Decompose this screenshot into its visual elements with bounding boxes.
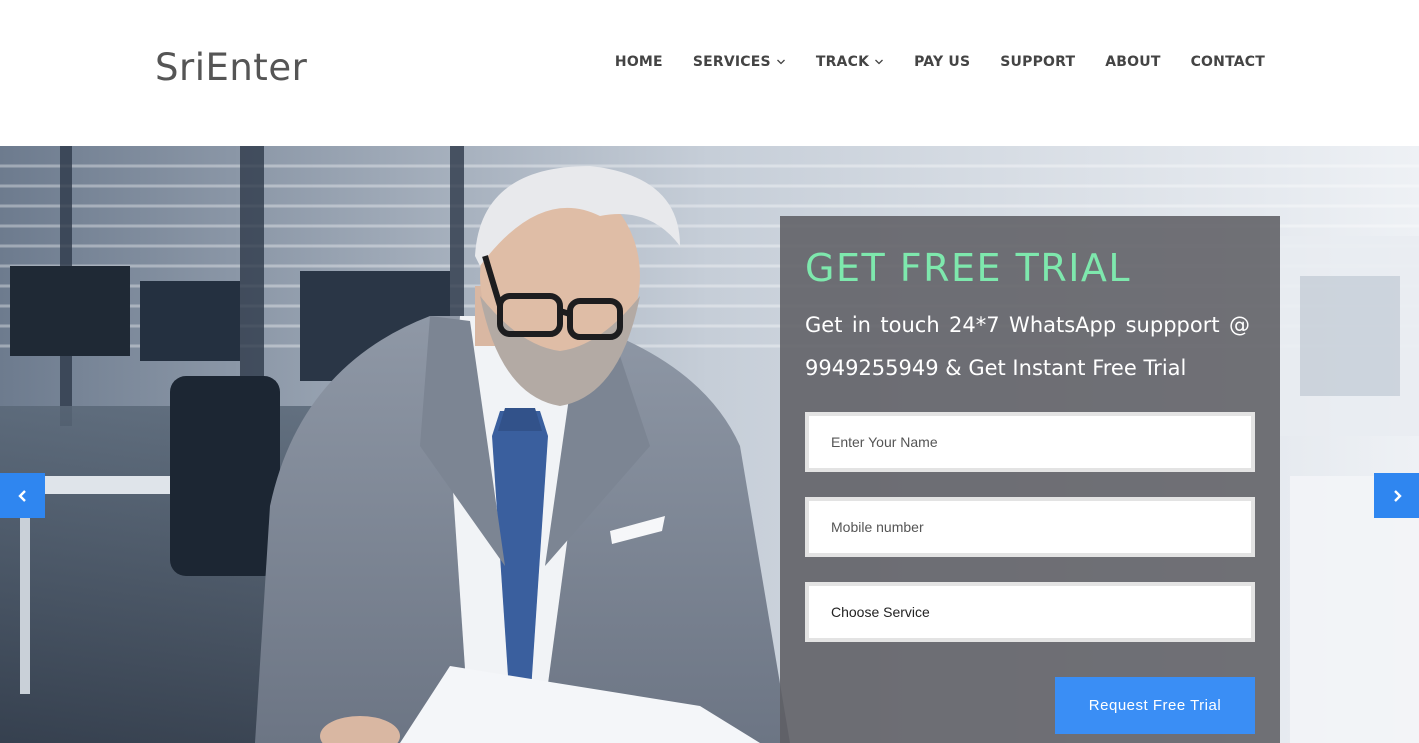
chevron-left-icon <box>17 489 26 502</box>
service-select-value: Choose Service <box>831 604 930 620</box>
site-logo[interactable]: SriEnter <box>155 46 307 89</box>
chevron-right-icon <box>1393 489 1402 502</box>
nav-item-label: SERVICES <box>692 54 771 70</box>
chevron-down-icon <box>875 59 884 65</box>
nav-item-label: CONTACT <box>1190 54 1265 70</box>
carousel-next-button[interactable] <box>1374 473 1419 518</box>
nav-item-label: PAY US <box>914 54 971 70</box>
nav-item-label: TRACK <box>815 54 870 70</box>
request-free-trial-button[interactable]: Request Free Trial <box>1055 677 1255 734</box>
nav-item-services[interactable]: SERVICES <box>693 54 786 70</box>
carousel-prev-button[interactable] <box>0 473 45 518</box>
nav-item-label: HOME <box>614 54 663 70</box>
service-select[interactable]: Choose Service <box>805 582 1255 642</box>
chevron-down-icon <box>776 59 785 65</box>
nav-item-support[interactable]: SUPPORT <box>1000 54 1075 70</box>
nav-item-label: ABOUT <box>1105 54 1161 70</box>
form-description: Get in touch 24*7 WhatsApp suppport @ 99… <box>805 313 1250 380</box>
nav-item-pay-us[interactable]: PAY US <box>914 54 970 70</box>
nav-item-contact[interactable]: CONTACT <box>1191 54 1265 70</box>
nav-item-about[interactable]: ABOUT <box>1105 54 1160 70</box>
site-header: SriEnter HOME SERVICES TRACK PAY US SUPP… <box>0 0 1419 146</box>
form-title: GET FREE TRIAL <box>805 246 1132 290</box>
free-trial-form: GET FREE TRIAL Get in touch 24*7 WhatsAp… <box>780 216 1280 743</box>
nav-item-home[interactable]: HOME <box>615 54 663 70</box>
name-input[interactable] <box>805 412 1255 472</box>
main-nav: HOME SERVICES TRACK PAY US SUPPORT ABOUT… <box>615 54 1265 70</box>
mobile-number-input[interactable] <box>805 497 1255 557</box>
nav-item-label: SUPPORT <box>1000 54 1076 70</box>
nav-item-track[interactable]: TRACK <box>816 54 884 70</box>
